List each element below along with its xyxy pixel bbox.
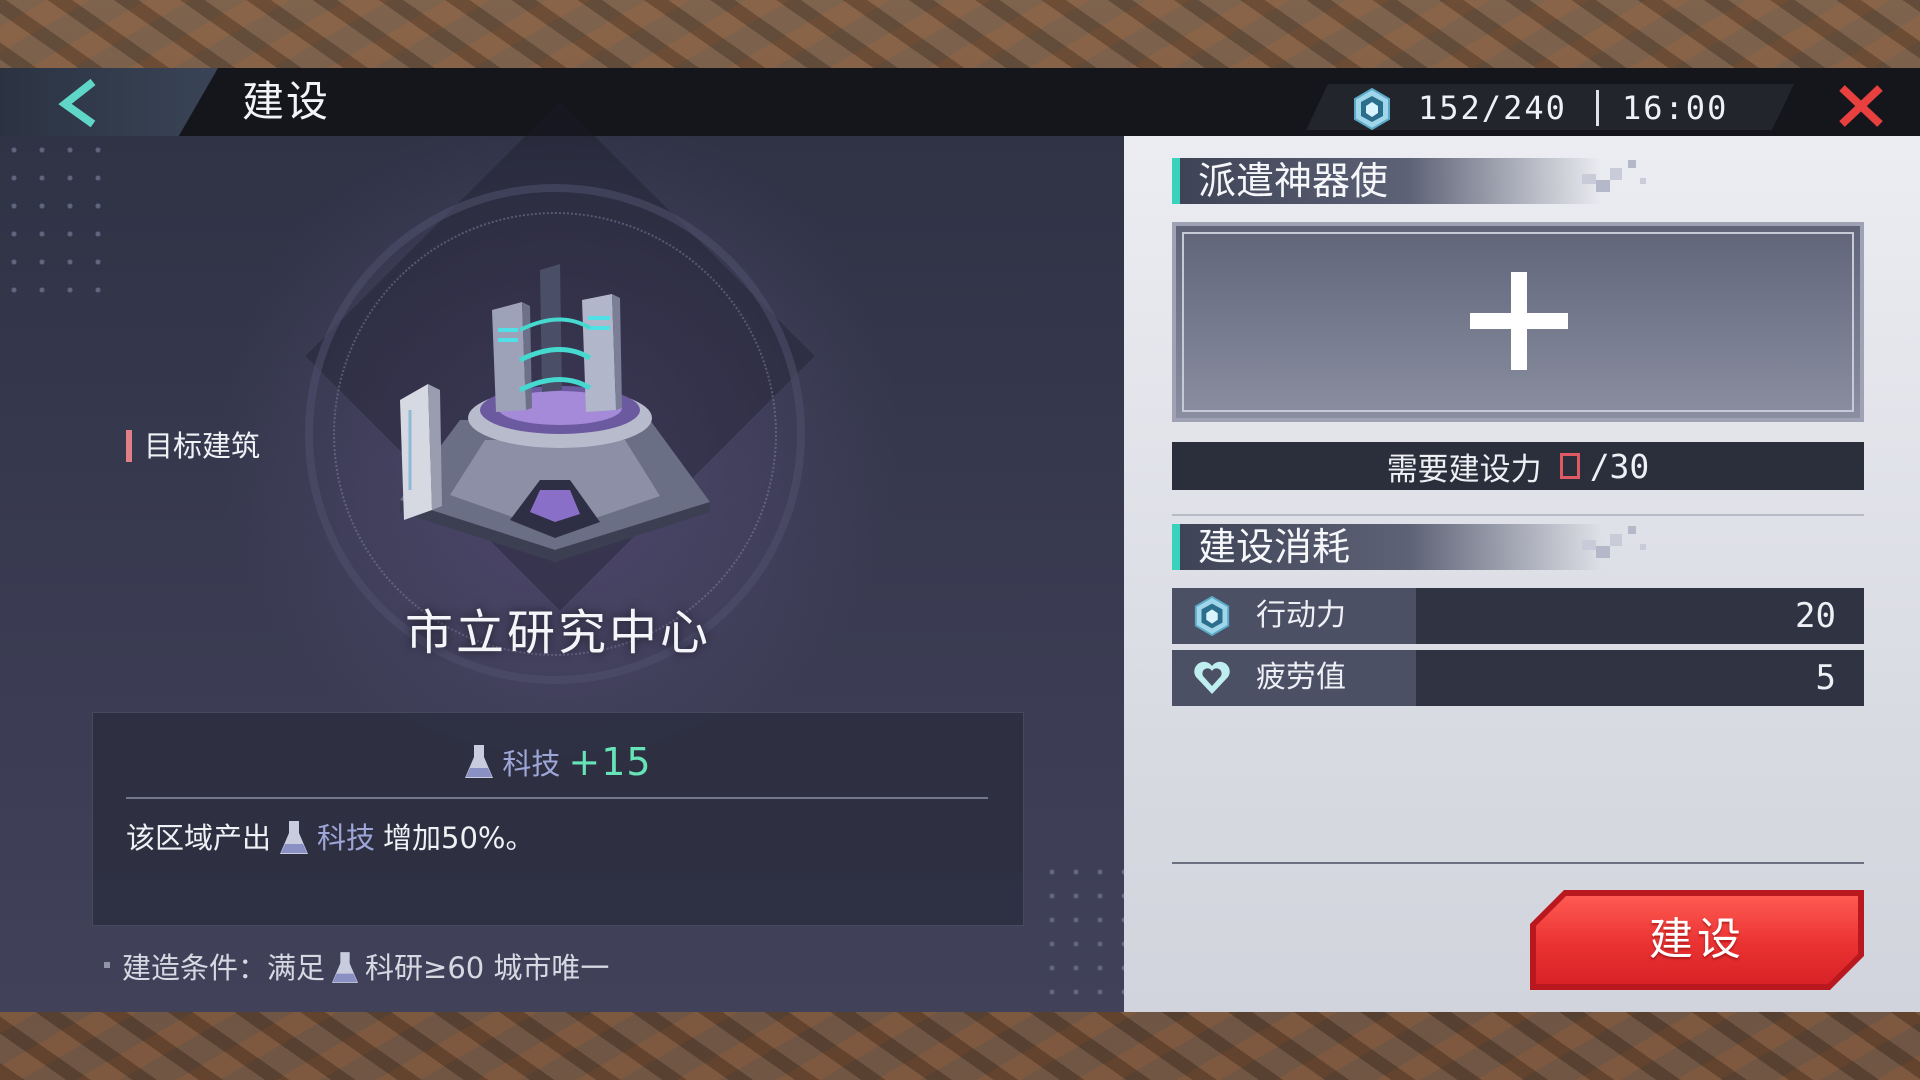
cost-title: 建设消耗 — [1198, 525, 1351, 569]
close-button[interactable] — [1836, 82, 1886, 130]
target-building-label: 目标建筑 — [144, 429, 261, 463]
page-title: 建设 — [242, 77, 331, 126]
cost-value: 5 — [1815, 658, 1836, 698]
research-center-illustration — [400, 264, 710, 562]
building-name: 市立研究中心 — [404, 605, 711, 661]
pixel-decoration — [1582, 160, 1646, 192]
dot-pattern — [0, 136, 120, 296]
dispatch-title: 派遣神器使 — [1198, 159, 1389, 203]
section-divider — [1172, 514, 1864, 516]
game-time: 16:00 — [1622, 89, 1729, 127]
flask-icon — [280, 821, 309, 854]
resource-divider — [1596, 90, 1599, 126]
target-label-accent — [126, 430, 132, 462]
effect-divider — [126, 797, 988, 799]
construction-power-bar: 需要建设力 /30 — [1172, 442, 1864, 490]
bonus-resource-name: 科技 — [502, 747, 561, 781]
tech-bonus: 科技 +15 — [92, 736, 1024, 788]
effect-suffix: 增加50%。 — [383, 821, 535, 855]
build-condition: 建造条件：满足 科研≥60 城市唯一 — [122, 946, 609, 990]
section-divider — [1172, 862, 1864, 864]
close-icon — [1839, 85, 1883, 127]
stamina-count: 152/240 — [1418, 89, 1567, 127]
back-arrow-icon — [58, 78, 96, 128]
cost-name: 行动力 — [1256, 598, 1346, 633]
cost-name: 疲劳值 — [1256, 660, 1346, 695]
effect-description: 该区域产出 科技 增加50%。 — [126, 812, 535, 864]
cost-value: 20 — [1795, 596, 1836, 636]
construction-power-label: 需要建设力 — [1386, 451, 1542, 488]
flask-icon — [331, 952, 359, 983]
construction-power-value: /30 — [1559, 446, 1650, 486]
pixel-decoration — [1582, 526, 1646, 558]
stamina-crystal-icon — [1354, 88, 1390, 130]
section-accent — [1172, 524, 1180, 570]
required-power: /30 — [1589, 446, 1650, 486]
condition-requirement: 科研≥60 城市唯一 — [365, 951, 610, 985]
heart-icon — [1194, 661, 1230, 694]
flask-icon — [465, 745, 494, 778]
condition-bullet — [104, 962, 110, 968]
dispatch-section-header: 派遣神器使 — [1172, 158, 1646, 204]
current-power-box — [1559, 453, 1580, 479]
effect-prefix: 该区域产出 — [126, 821, 272, 855]
effect-resource: 科技 — [317, 821, 376, 855]
cost-row-stamina: 行动力 20 — [1172, 588, 1864, 644]
dot-pattern — [1040, 860, 1124, 1010]
section-accent — [1172, 158, 1180, 204]
back-button[interactable] — [48, 76, 108, 128]
stamina-crystal-icon — [1194, 596, 1230, 636]
condition-prefix: 建造条件：满足 — [122, 951, 326, 985]
cost-row-fatigue: 疲劳值 5 — [1172, 650, 1864, 706]
plus-icon — [1470, 272, 1568, 370]
build-button-label: 建设 — [1649, 914, 1745, 965]
build-button[interactable]: 建设 — [1530, 890, 1864, 990]
bonus-value: +15 — [568, 740, 652, 784]
cost-section-header: 建设消耗 — [1172, 524, 1646, 570]
